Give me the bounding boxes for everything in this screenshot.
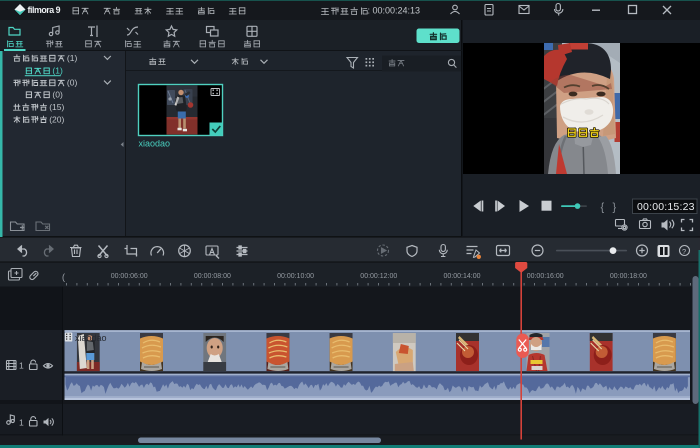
svg-text:00:00:12:00: 00:00:12:00 xyxy=(360,273,397,280)
svg-text:00:00:16:00: 00:00:16:00 xyxy=(527,273,564,280)
svg-text:00:00:08:00: 00:00:08:00 xyxy=(194,273,231,280)
svg-text:xiaodao: xiaodao xyxy=(75,333,107,343)
svg-text:00:00:15:23: 00:00:15:23 xyxy=(637,201,695,213)
svg-text:: 00:00:24:13: : 00:00:24:13 xyxy=(368,6,421,16)
svg-text:?: ? xyxy=(682,247,686,256)
svg-text:(0): (0) xyxy=(67,78,78,88)
svg-text:(1): (1) xyxy=(67,53,78,63)
svg-text:1: 1 xyxy=(19,361,24,371)
svg-text:(20): (20) xyxy=(49,114,64,124)
svg-text:(15): (15) xyxy=(49,102,64,112)
svg-text:filmora 9: filmora 9 xyxy=(28,5,61,15)
svg-text:(1): (1) xyxy=(52,66,63,76)
svg-text:(: ( xyxy=(62,272,65,282)
svg-text:(0): (0) xyxy=(52,90,63,100)
svg-text:xiaodao: xiaodao xyxy=(139,138,171,148)
svg-text:{: { xyxy=(601,202,605,214)
svg-text:00:00:14:00: 00:00:14:00 xyxy=(444,273,481,280)
svg-text:1: 1 xyxy=(19,418,24,428)
svg-text:00:00:10:00: 00:00:10:00 xyxy=(277,273,314,280)
svg-text:}: } xyxy=(613,202,617,214)
svg-text:00:00:06:00: 00:00:06:00 xyxy=(111,273,148,280)
svg-text:00:00:18:00: 00:00:18:00 xyxy=(610,273,647,280)
